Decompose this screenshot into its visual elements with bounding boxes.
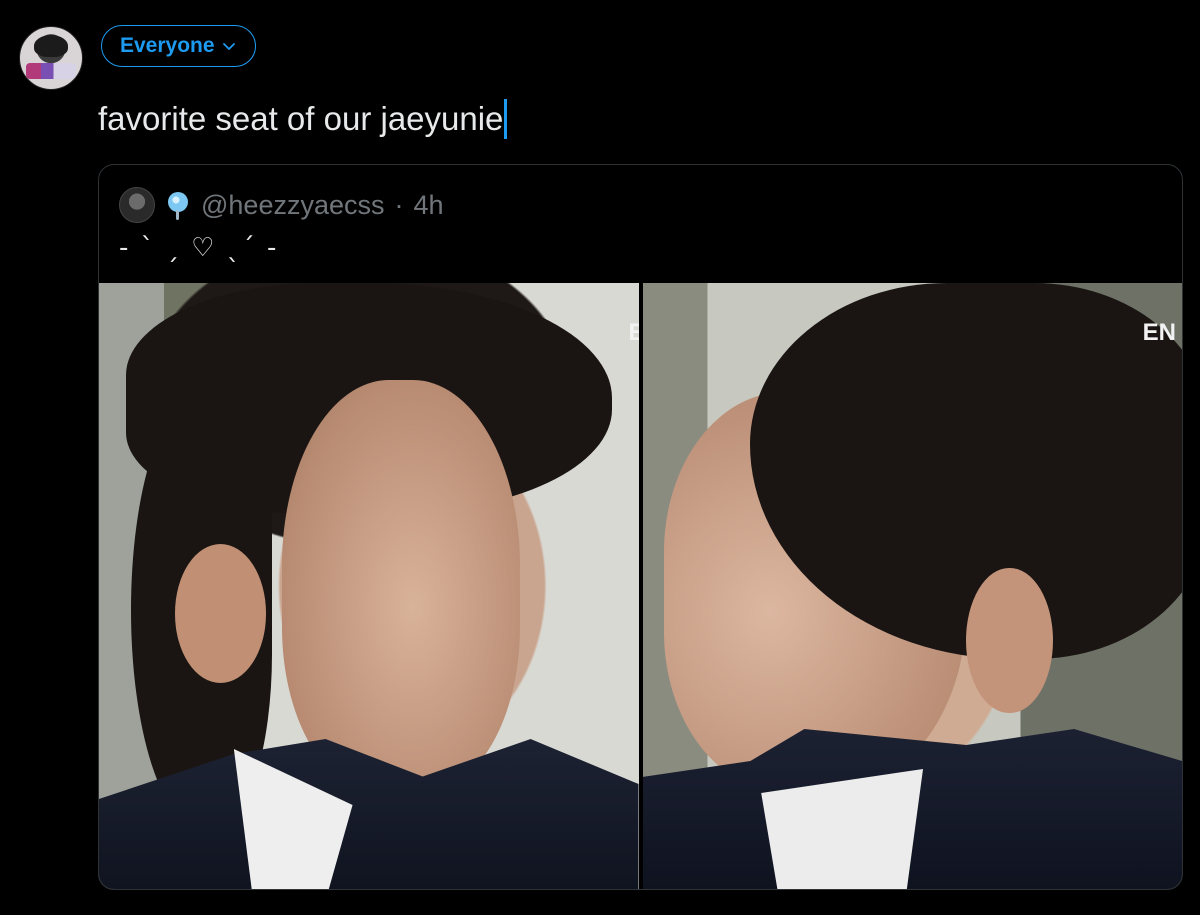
compose-text: favorite seat of our jaeyunie (98, 100, 504, 137)
photo-subject-ear (966, 567, 1053, 714)
quoted-post-card[interactable]: @heezzyaecss · 4h - ˋ ˏ ♡ ˎˊ - E EN (98, 164, 1183, 890)
media-photo-left[interactable]: E (99, 283, 639, 889)
photo-watermark: E (628, 319, 638, 347)
photo-subject-ear (174, 543, 267, 683)
quoted-post-media[interactable]: E EN (99, 283, 1182, 889)
quoted-author-handle[interactable]: @heezzyaecss (201, 190, 385, 221)
compose-text-field[interactable]: favorite seat of our jaeyunie (98, 97, 508, 141)
media-photo-right[interactable]: EN (642, 283, 1182, 889)
audience-selector-button[interactable]: Everyone (101, 25, 256, 67)
avatar-hair (34, 35, 68, 57)
quoted-post-time: 4h (413, 189, 444, 220)
audience-label: Everyone (120, 34, 215, 57)
lollipop-emoji-icon (165, 190, 191, 220)
avatar-decoration (26, 63, 76, 79)
quoted-author-avatar[interactable] (119, 187, 155, 223)
chevron-down-icon (222, 43, 235, 50)
photo-subject-face (282, 379, 520, 793)
quoted-post-header: @heezzyaecss · 4h (119, 187, 444, 223)
text-caret (504, 99, 508, 139)
header-separator: · (394, 189, 404, 220)
quoted-post-text: - ˋ ˏ ♡ ˎˊ - (119, 233, 279, 263)
user-avatar[interactable] (19, 26, 83, 90)
photo-watermark: EN (1142, 319, 1176, 346)
